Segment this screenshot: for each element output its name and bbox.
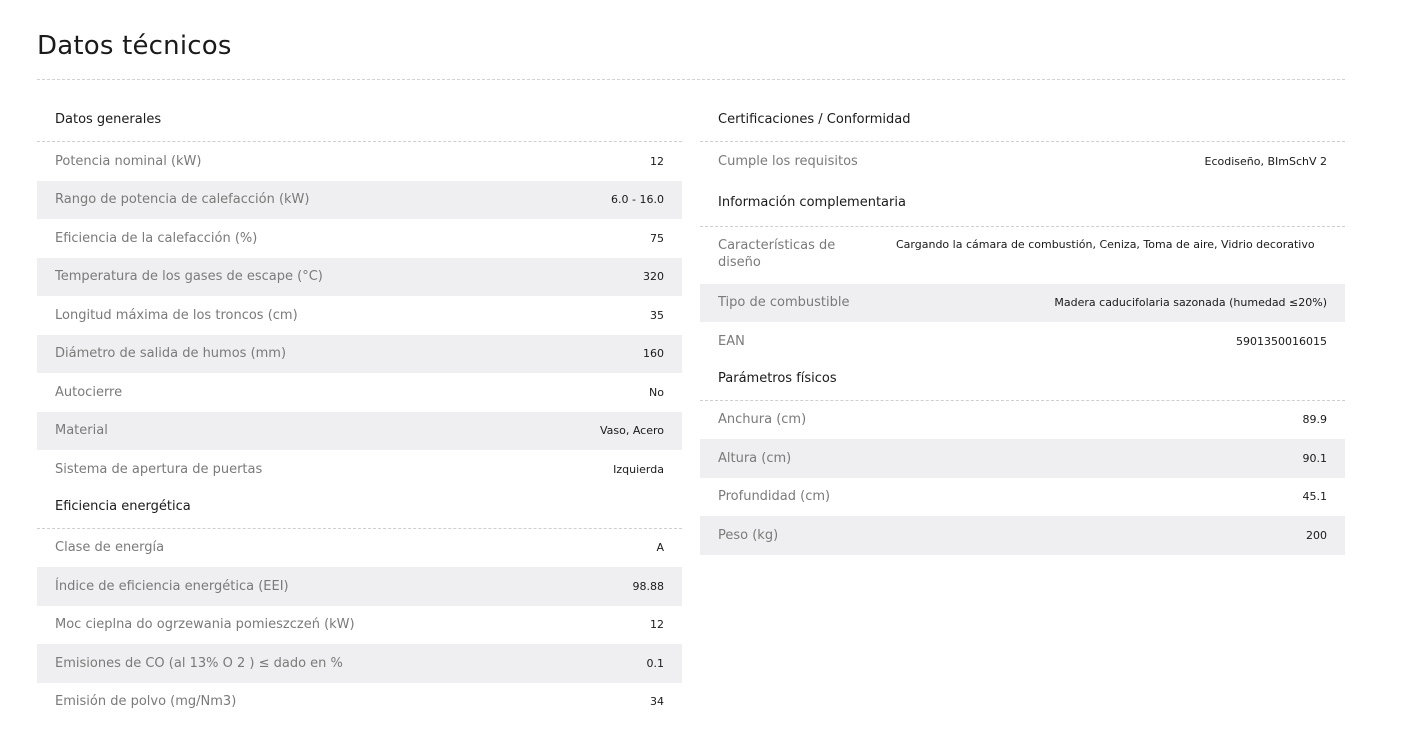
spec-row: Eficiencia de la calefacción (%) 75: [37, 219, 682, 258]
spec-row: Moc cieplna do ogrzewania pomieszczeń (k…: [37, 606, 682, 645]
spec-label: Moc cieplna do ogrzewania pomieszczeń (k…: [55, 617, 355, 633]
spec-row: Profundidad (cm) 45.1: [700, 478, 1345, 517]
spec-row: Material Vaso, Acero: [37, 411, 682, 450]
spec-row: Sistema de apertura de puertas Izquierda: [37, 450, 682, 489]
spec-row: Diámetro de salida de humos (mm) 160: [37, 334, 682, 373]
spec-label: Tipo de combustible: [718, 295, 850, 311]
section-title-energy: Eficiencia energética: [37, 489, 682, 529]
spec-row: Anchura (cm) 89.9: [700, 401, 1345, 440]
spec-row: EAN 5901350016015: [700, 322, 1345, 361]
spec-row: Temperatura de los gases de escape (°C) …: [37, 257, 682, 296]
spec-label: Material: [55, 423, 108, 439]
spec-label: Longitud máxima de los troncos (cm): [55, 307, 298, 323]
spec-label: Cumple los requisitos: [718, 153, 858, 169]
spec-row: Altura (cm) 90.1: [700, 439, 1345, 478]
spec-value: Izquierda: [613, 462, 664, 476]
spec-value: 12: [650, 154, 664, 168]
spec-row: Potencia nominal (kW) 12: [37, 142, 682, 181]
spec-value: 45.1: [1302, 490, 1328, 504]
spec-value: Madera caducifolaria sazonada (humedad ≤…: [1054, 296, 1327, 310]
spec-label: Autocierre: [55, 384, 123, 400]
spec-row: Índice de eficiencia energética (EEI) 98…: [37, 567, 682, 606]
spec-value: 160: [643, 347, 664, 361]
spec-value: 89.9: [1302, 413, 1328, 427]
spec-label: Emisiones de CO (al 13% O 2 ) ≤ dado en …: [55, 655, 343, 671]
spec-value: 75: [650, 231, 664, 245]
spec-label: Diámetro de salida de humos (mm): [55, 346, 287, 362]
spec-label: Características de diseño: [718, 237, 836, 270]
spec-label: Emisión de polvo (mg/Nm3): [55, 694, 237, 710]
spec-row: Tipo de combustible Madera caducifolaria…: [700, 283, 1345, 322]
spec-value: 5901350016015: [1236, 334, 1327, 348]
spec-row: Emisiones de CO (al 13% O 2 ) ≤ dado en …: [37, 644, 682, 683]
spec-label: Altura (cm): [718, 450, 792, 466]
spec-value: Ecodiseño, BImSchV 2: [1204, 154, 1328, 168]
spec-value: 35: [650, 308, 664, 322]
spec-row: Cumple los requisitos Ecodiseño, BImSchV…: [700, 142, 1345, 181]
spec-label: Rango de potencia de calefacción (kW): [55, 192, 310, 208]
spec-label: EAN: [718, 333, 745, 349]
spec-value: 98.88: [632, 579, 665, 593]
spec-row: Autocierre No: [37, 373, 682, 412]
spec-value: 320: [643, 270, 664, 284]
spec-row: Rango de potencia de calefacción (kW) 6.…: [37, 180, 682, 219]
spec-label: Potencia nominal (kW): [55, 153, 202, 169]
section-title-certifications: Certificaciones / Conformidad: [700, 102, 1345, 142]
spec-value: 12: [650, 618, 664, 632]
spec-value: No: [649, 385, 664, 399]
section-title-physical: Parámetros físicos: [700, 361, 1345, 401]
spec-label: Temperatura de los gases de escape (°C): [55, 269, 323, 285]
spec-value: Cargando la cámara de combustión, Ceniza…: [896, 237, 1315, 251]
title-divider: [37, 79, 1345, 80]
spec-label: Clase de energía: [55, 540, 165, 556]
spec-row: Emisión de polvo (mg/Nm3) 34: [37, 683, 682, 722]
spec-value: 34: [650, 695, 664, 709]
spec-row: Peso (kg) 200: [700, 516, 1345, 555]
spec-value: 200: [1306, 528, 1327, 542]
tech-specs-page: Datos técnicos Datos generales Potencia …: [0, 0, 1406, 740]
spec-label: Anchura (cm): [718, 412, 807, 428]
section-title-general: Datos generales: [37, 102, 682, 142]
spec-value: A: [656, 541, 664, 555]
spec-value: 90.1: [1302, 451, 1328, 465]
spec-label: Eficiencia de la calefacción (%): [55, 230, 258, 246]
spec-row: Longitud máxima de los troncos (cm) 35: [37, 296, 682, 335]
spec-label: Peso (kg): [718, 527, 779, 543]
section-title-additional-info: Información complementaria: [700, 181, 1345, 227]
spec-row: Clase de energía A: [37, 529, 682, 568]
spec-row: Características de diseño Cargando la cá…: [700, 227, 1345, 284]
right-column: Certificaciones / Conformidad Cumple los…: [700, 102, 1345, 555]
spec-label: Profundidad (cm): [718, 489, 831, 505]
spec-label: Índice de eficiencia energética (EEI): [55, 578, 289, 594]
spec-label: Sistema de apertura de puertas: [55, 461, 263, 477]
spec-value: 6.0 - 16.0: [611, 193, 664, 207]
spec-value: Vaso, Acero: [599, 424, 664, 438]
left-column: Datos generales Potencia nominal (kW) 12…: [37, 102, 682, 721]
page-title: Datos técnicos: [37, 31, 232, 62]
spec-value: 0.1: [646, 656, 665, 670]
